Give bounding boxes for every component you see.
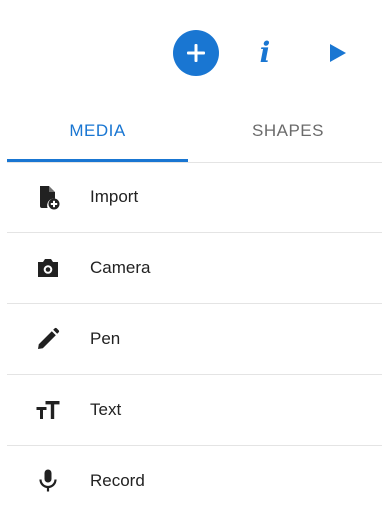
camera-icon bbox=[35, 255, 61, 281]
pen-icon bbox=[35, 326, 61, 352]
menu-item-pen[interactable]: Pen bbox=[7, 304, 382, 375]
tab-media[interactable]: MEDIA bbox=[7, 102, 188, 160]
menu-item-import[interactable]: Import bbox=[7, 162, 382, 233]
tab-shapes[interactable]: SHAPES bbox=[194, 102, 382, 160]
menu-item-label: Import bbox=[90, 187, 139, 206]
menu-item-label: Text bbox=[90, 400, 122, 419]
info-button[interactable]: i bbox=[248, 30, 282, 76]
menu-item-label: Record bbox=[90, 471, 145, 490]
add-button[interactable] bbox=[173, 30, 219, 76]
info-icon: i bbox=[259, 36, 271, 69]
play-button[interactable] bbox=[320, 36, 354, 70]
plus-icon bbox=[187, 44, 205, 62]
menu-item-label: Pen bbox=[90, 329, 121, 348]
menu-item-text[interactable]: Text bbox=[7, 375, 382, 446]
text-size-icon bbox=[35, 397, 61, 423]
play-icon bbox=[330, 44, 346, 62]
tab-bar: MEDIA SHAPES bbox=[7, 102, 382, 163]
file-add-icon bbox=[35, 184, 61, 210]
media-menu: Import Camera Pen Text Record bbox=[7, 162, 382, 516]
menu-item-camera[interactable]: Camera bbox=[7, 233, 382, 304]
microphone-icon bbox=[35, 468, 61, 494]
menu-item-label: Camera bbox=[90, 258, 151, 277]
menu-item-record[interactable]: Record bbox=[7, 446, 382, 516]
top-toolbar: i bbox=[0, 0, 382, 102]
